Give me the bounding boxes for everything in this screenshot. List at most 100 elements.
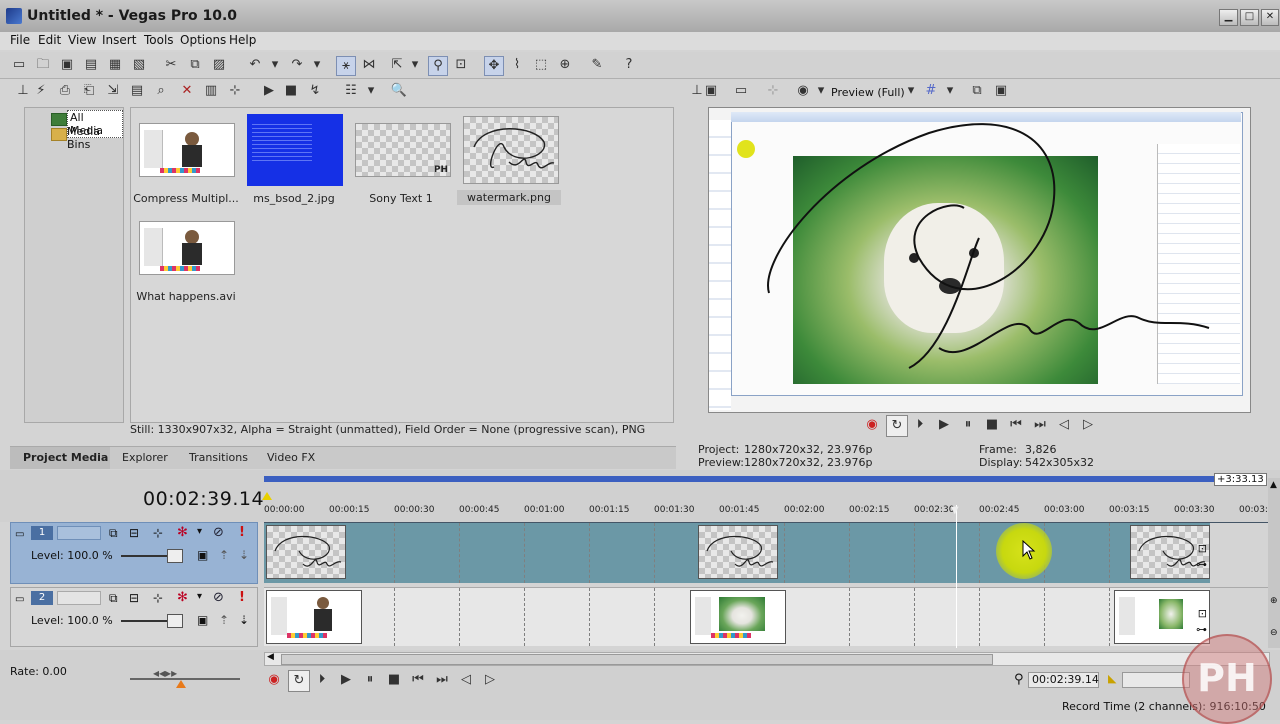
watermark-clip[interactable] xyxy=(698,525,778,579)
menu-file[interactable]: File xyxy=(10,33,30,47)
tab-video-fx[interactable]: Video FX xyxy=(267,451,315,464)
plugin-icon[interactable]: ⊹ xyxy=(226,82,244,100)
move-up-icon[interactable]: ⇡ xyxy=(219,613,229,627)
go-to-end-button[interactable]: ⏭ xyxy=(432,670,452,690)
play-from-start-button[interactable]: ⏵ xyxy=(910,415,930,435)
zoom-out-icon[interactable]: ⊖ xyxy=(1270,628,1278,638)
solo-icon[interactable]: ! xyxy=(239,525,245,540)
views-icon[interactable]: ☷ xyxy=(342,82,360,100)
record-button[interactable]: ◉ xyxy=(862,415,882,435)
maximize-button[interactable]: □ xyxy=(1240,9,1259,26)
selection-tool-icon[interactable]: ⬚ xyxy=(532,56,550,74)
play-from-start-button[interactable]: ⏵ xyxy=(312,670,332,690)
compositing-icon[interactable]: ⊟ xyxy=(129,526,139,540)
track-motion-icon[interactable]: ▣ xyxy=(197,613,208,627)
track-motion-icon[interactable]: ▣ xyxy=(197,548,208,562)
watermark-clip[interactable] xyxy=(266,525,346,579)
save-as-icon[interactable]: ▤ xyxy=(82,56,100,74)
cut-icon[interactable]: ✂ xyxy=(162,56,180,74)
horizontal-scroll-thumb[interactable] xyxy=(281,654,993,665)
import-media-icon[interactable]: ⚡ xyxy=(32,82,50,100)
pause-button[interactable]: ⏸ xyxy=(360,670,380,690)
timeline-ruler[interactable]: 00:00:00 00:00:15 00:00:30 00:00:45 00:0… xyxy=(264,505,1268,519)
event-fx-icon[interactable]: ⊶ xyxy=(1196,623,1207,636)
stop-button[interactable]: ■ xyxy=(982,415,1002,435)
tree-item-media-bins[interactable]: Media Bins xyxy=(67,125,123,151)
move-down-icon[interactable]: ⇣ xyxy=(239,613,249,627)
event-pan-crop-icon[interactable]: ⊡ xyxy=(1198,607,1207,620)
remove-unused-icon[interactable]: ⇲ xyxy=(104,82,122,100)
rate-slider-thumb-icon[interactable]: ◂◂▸▸ xyxy=(153,666,177,680)
gear-dropdown-icon[interactable]: ▾ xyxy=(197,526,202,537)
track-name-field[interactable] xyxy=(57,591,101,605)
track-header-1[interactable]: ▭ 1 ⧉ ⊟ ⊹ ✻ ▾ ⊘ ! Level: 100.0 % ▣ ⇡ ⇣ xyxy=(10,522,258,584)
mute-icon[interactable]: ⊘ xyxy=(213,590,224,605)
playhead-cursor[interactable] xyxy=(956,505,957,648)
render-icon[interactable]: ▦ xyxy=(106,56,124,74)
media-thumb-what-happens[interactable] xyxy=(139,221,235,275)
track-lane-1[interactable]: ⊡ ⊶ xyxy=(264,522,1268,583)
go-to-start-button[interactable]: ⏮ xyxy=(408,670,428,690)
scroll-up-icon[interactable]: ▲ xyxy=(1270,480,1277,490)
go-to-end-button[interactable]: ⏭ xyxy=(1030,415,1050,435)
menu-tools[interactable]: Tools xyxy=(144,33,174,47)
track-lane-2[interactable]: ⊡ ⊶ xyxy=(264,587,1268,646)
track-fx-icon[interactable]: ⊹ xyxy=(153,591,163,605)
search-media-icon[interactable]: ⌕ xyxy=(152,82,170,100)
track-header-2[interactable]: ▭ 2 ⧉ ⊟ ⊹ ✻ ▾ ⊘ ! Level: 100.0 % ▣ ⇡ ⇣ xyxy=(10,587,258,647)
scroll-left-icon[interactable]: ◀ xyxy=(267,652,274,662)
previous-frame-button[interactable]: ◁ xyxy=(456,670,476,690)
preview-quality-icon[interactable]: ◉ xyxy=(794,82,812,100)
level-slider-thumb[interactable] xyxy=(167,614,183,628)
video-clip[interactable] xyxy=(690,590,786,644)
loop-playback-button[interactable]: ↻ xyxy=(886,415,908,437)
close-button[interactable]: ✕ xyxy=(1261,9,1279,26)
gear-icon[interactable]: ✻ xyxy=(177,525,188,540)
event-pan-crop-icon[interactable]: ⊡ xyxy=(1198,542,1207,555)
tab-project-media[interactable]: Project Media xyxy=(23,451,108,464)
new-project-icon[interactable]: ▭ xyxy=(10,56,28,74)
media-properties-icon[interactable]: ▤ xyxy=(128,82,146,100)
playhead-marker-icon[interactable]: ▼ xyxy=(951,505,959,516)
preview-mode-dropdown-icon[interactable]: ▾ xyxy=(902,82,920,100)
play-button[interactable]: ▶ xyxy=(336,670,356,690)
media-fx-icon[interactable]: ▥ xyxy=(202,82,220,100)
video-output-fx-icon[interactable]: ▣ xyxy=(702,82,720,100)
gear-icon[interactable]: ✻ xyxy=(177,590,188,605)
zoom-in-icon[interactable]: ⊕ xyxy=(1270,596,1278,606)
properties-icon[interactable]: ▧ xyxy=(130,56,148,74)
menu-edit[interactable]: Edit xyxy=(38,33,61,47)
compositing-icon[interactable]: ⊟ xyxy=(129,591,139,605)
copy-snapshot-icon[interactable]: ⧉ xyxy=(968,82,986,100)
search-icon[interactable]: 🔍 xyxy=(390,82,408,100)
undo-icon[interactable]: ↶ xyxy=(246,56,264,74)
motion-icon[interactable]: ⧉ xyxy=(109,591,118,606)
pin-icon[interactable]: ⊥ xyxy=(14,82,32,100)
selection-length-field[interactable] xyxy=(1122,672,1190,688)
horizontal-scrollbar[interactable]: ◀ xyxy=(264,652,1270,666)
menu-view[interactable]: View xyxy=(68,33,96,47)
views-dropdown-icon[interactable]: ▾ xyxy=(362,82,380,100)
auto-preview-stop-icon[interactable]: ■ xyxy=(282,82,300,100)
media-thumb-compress[interactable] xyxy=(139,123,235,177)
auto-preview-toggle-icon[interactable]: ↯ xyxy=(306,82,324,100)
snapping-icon[interactable]: ⚹ xyxy=(336,56,356,76)
media-thumb-watermark[interactable] xyxy=(463,116,559,184)
level-slider-thumb[interactable] xyxy=(167,549,183,563)
lock-envelopes-icon[interactable]: ⚲ xyxy=(428,56,448,76)
get-media-icon[interactable]: ⎗ xyxy=(80,82,98,100)
collapse-track-icon[interactable]: ▭ xyxy=(15,594,24,605)
zoom-tool-icon[interactable]: ⊕ xyxy=(556,56,574,74)
next-frame-button[interactable]: ▷ xyxy=(480,670,500,690)
gear-dropdown-icon[interactable]: ▾ xyxy=(197,591,202,602)
media-thumb-sony-text[interactable]: PH xyxy=(355,123,451,177)
media-thumb-bsod[interactable] xyxy=(247,114,343,186)
ripple-dropdown-icon[interactable]: ▾ xyxy=(406,56,424,74)
help-pointer-icon[interactable]: ✎ xyxy=(588,56,606,74)
paste-icon[interactable]: ▨ xyxy=(210,56,228,74)
stop-button[interactable]: ■ xyxy=(384,670,404,690)
menu-insert[interactable]: Insert xyxy=(102,33,136,47)
video-clip[interactable]: ⊡ ⊶ xyxy=(1114,590,1210,644)
loop-region-bar[interactable] xyxy=(264,476,1214,482)
timeline-vertical-scrollbar[interactable]: ▲ ⊕ ⊖ xyxy=(1268,478,1280,648)
